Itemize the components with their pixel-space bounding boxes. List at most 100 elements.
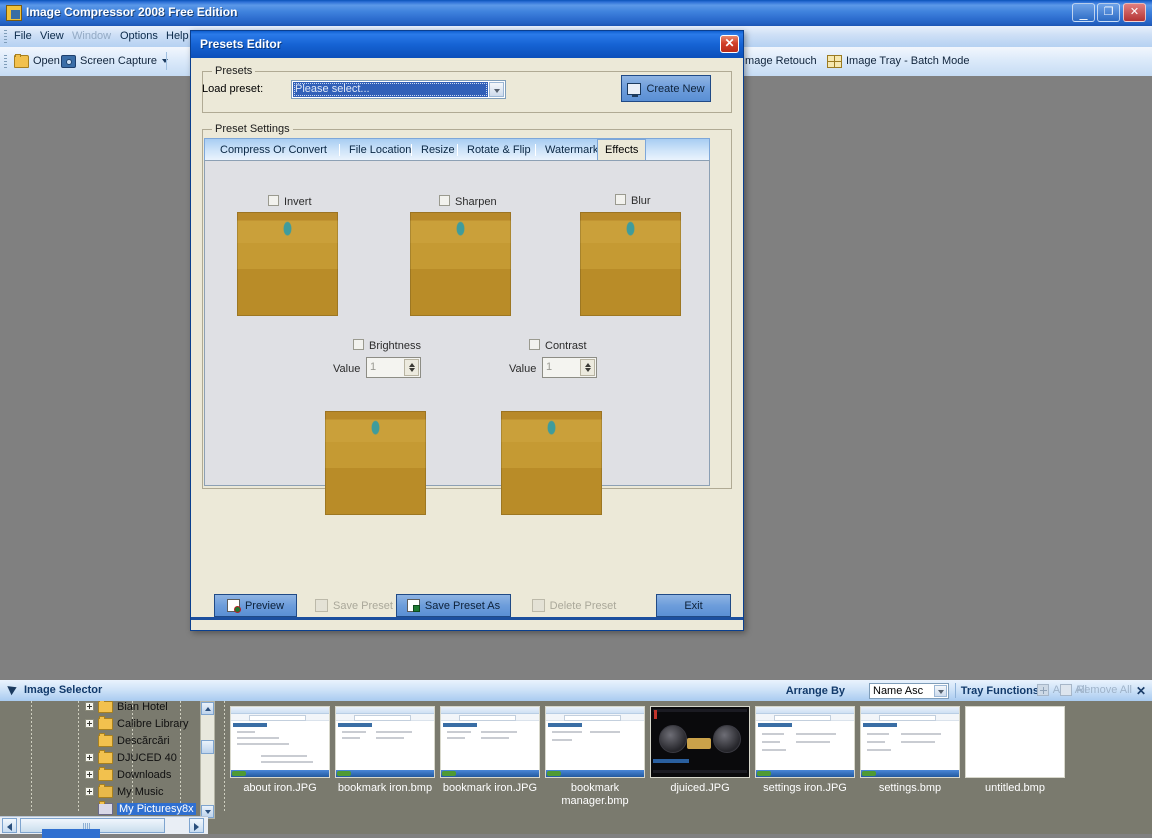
thumbnail-item[interactable]: bookmark iron.JPG [440, 706, 540, 795]
toolbar-open-button[interactable]: Open [14, 51, 60, 71]
tab-rotate-and-flip[interactable]: Rotate & Flip [460, 141, 538, 159]
menu-help[interactable]: Help [166, 30, 189, 42]
save-preset-as-button[interactable]: Save Preset As [396, 594, 511, 617]
thumbnail-item[interactable]: settings iron.JPG [755, 706, 855, 795]
blur-checkbox[interactable] [615, 194, 626, 205]
image-selector-close-button[interactable]: ✕ [1136, 684, 1146, 698]
thumbnail-image[interactable] [755, 706, 855, 778]
thumbnail-image[interactable] [335, 706, 435, 778]
toolbar-screen-capture-button[interactable]: Screen Capture [61, 51, 169, 71]
tab-watermark[interactable]: Watermark [538, 141, 605, 159]
presets-groupbox-title: Presets [212, 65, 256, 77]
thumbnail-item[interactable]: bookmark iron.bmp [335, 706, 435, 795]
sharpen-checkbox-row[interactable]: Sharpen [439, 195, 497, 208]
thumbnail-image[interactable] [965, 706, 1065, 778]
expander-icon[interactable] [85, 753, 94, 762]
menu-options[interactable]: Options [120, 30, 158, 42]
toolbar-screen-capture-label: Screen Capture [80, 55, 158, 67]
thumbnail-label: about iron.JPG [243, 782, 317, 794]
tree-item-my-music[interactable]: My Music [85, 783, 163, 800]
toolbar-image-retouch-button[interactable]: Image Retouch [742, 51, 817, 71]
expander-icon[interactable] [85, 719, 94, 728]
expander-icon[interactable] [85, 787, 94, 796]
tree-item-descarcari[interactable]: Descărcări [85, 732, 170, 749]
toolbar-image-tray-label: Image Tray - Batch Mode [846, 55, 970, 67]
close-button[interactable]: ✕ [1123, 3, 1146, 22]
contrast-checkbox-row[interactable]: Contrast [529, 339, 587, 352]
tab-file-location[interactable]: File Location [342, 141, 418, 159]
preview-button[interactable]: Preview [214, 594, 297, 617]
tree-item-calibre-library[interactable]: Calibre Library [85, 715, 189, 732]
toolbar-image-tray-button[interactable]: Image Tray - Batch Mode [827, 51, 970, 71]
folder-tree[interactable]: Bian Hotel Calibre Library Descărcări DJ… [85, 701, 215, 819]
toolbar-gripper[interactable] [4, 55, 7, 68]
contrast-value-label: Value [509, 363, 537, 375]
thumbnail-item[interactable]: djuiced.JPG [650, 706, 750, 795]
main-window: Image Compressor 2008 Free Edition _ ❐ ✕… [0, 0, 1152, 672]
arrange-by-combobox[interactable]: Name Asc [869, 683, 949, 699]
cursor-icon [7, 682, 19, 696]
thumbnail-image[interactable] [860, 706, 960, 778]
contrast-checkbox[interactable] [529, 339, 540, 350]
menu-view[interactable]: View [40, 30, 64, 42]
invert-checkbox-row[interactable]: Invert [268, 195, 312, 208]
folder-icon [98, 701, 113, 713]
tree-item-my-pictures[interactable]: My Picturesy8x [85, 800, 196, 817]
scrollbar-thumb[interactable] [201, 740, 214, 754]
minimize-button[interactable]: _ [1072, 3, 1095, 22]
scroll-left-button[interactable] [2, 818, 17, 833]
thumbnail-label: settings.bmp [878, 782, 942, 794]
chevron-down-icon[interactable] [489, 82, 504, 97]
thumbnail-item[interactable]: bookmark manager.bmp [545, 706, 645, 808]
sharpen-checkbox[interactable] [439, 195, 450, 206]
dialog-titlebar[interactable]: Presets Editor ✕ [191, 31, 743, 58]
image-selector-panel: Image Selector Arrange By Name Asc Tray … [0, 680, 1152, 838]
create-new-button[interactable]: Create New [621, 75, 711, 102]
expander-icon[interactable] [85, 770, 94, 779]
tree-vertical-scrollbar[interactable] [200, 701, 215, 819]
menubar-gripper[interactable] [4, 30, 7, 43]
maximize-button[interactable]: ❐ [1097, 3, 1120, 22]
brightness-checkbox[interactable] [353, 339, 364, 350]
scroll-right-button[interactable] [189, 818, 204, 833]
grid-divider [224, 701, 225, 813]
brightness-spinner-buttons[interactable] [404, 359, 419, 376]
thumbnail-image[interactable] [230, 706, 330, 778]
blur-checkbox-row[interactable]: Blur [615, 194, 651, 207]
exit-label: Exit [684, 599, 703, 612]
arrange-by-value: Name Asc [873, 685, 924, 697]
dialog-close-button[interactable]: ✕ [720, 35, 739, 53]
tree-item-djuced-40[interactable]: DJUCED 40 [85, 749, 177, 766]
tree-item-downloads[interactable]: Downloads [85, 766, 171, 783]
contrast-value-stepper[interactable]: 1 [542, 357, 597, 378]
exit-button[interactable]: Exit [656, 594, 731, 617]
scroll-up-button[interactable] [201, 702, 214, 715]
chevron-down-icon[interactable] [934, 685, 947, 697]
thumbnail-item[interactable]: untitled.bmp [965, 706, 1065, 795]
menu-file[interactable]: File [14, 30, 32, 42]
tree-item-label: Descărcări [117, 734, 170, 747]
tabstrip: Compress Or Convert File Location Resize… [204, 138, 710, 161]
save-preset-as-label: Save Preset As [424, 599, 501, 612]
tab-effects[interactable]: Effects [597, 139, 647, 161]
brightness-label: Brightness [369, 340, 421, 352]
thumbnail-image[interactable] [650, 706, 750, 778]
expander-icon[interactable] [85, 702, 94, 711]
thumbnail-image[interactable] [440, 706, 540, 778]
tree-item-bian-hotel[interactable]: Bian Hotel [85, 701, 168, 715]
tab-compress-or-convert[interactable]: Compress Or Convert [213, 141, 334, 159]
invert-preview-image [237, 212, 338, 316]
thumbnail-image[interactable] [545, 706, 645, 778]
thumbnail-item[interactable]: settings.bmp [860, 706, 960, 795]
remove-all-label: Remove All [1076, 684, 1132, 696]
tab-divider [535, 144, 536, 156]
tab-resize[interactable]: Resize [414, 141, 462, 159]
thumbnail-label: djuiced.JPG [670, 782, 730, 794]
horizontal-scrollbar[interactable] [0, 816, 208, 834]
contrast-spinner-buttons[interactable] [580, 359, 595, 376]
brightness-value-stepper[interactable]: 1 [366, 357, 421, 378]
thumbnail-item[interactable]: about iron.JPG [230, 706, 330, 795]
invert-checkbox[interactable] [268, 195, 279, 206]
brightness-checkbox-row[interactable]: Brightness [353, 339, 421, 352]
load-preset-combobox[interactable]: Please select... [291, 80, 506, 99]
